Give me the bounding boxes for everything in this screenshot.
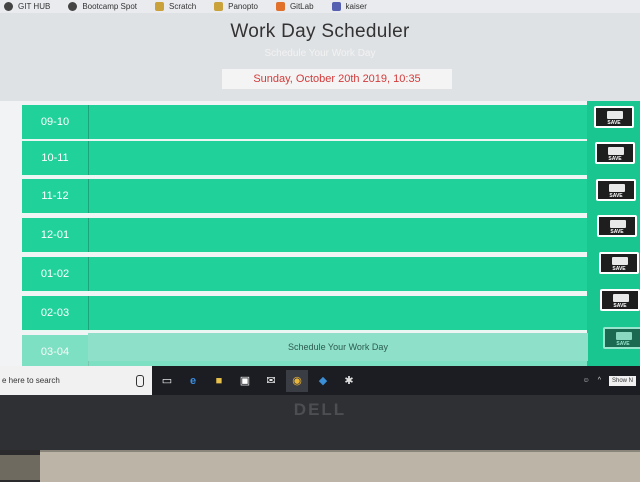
bootcamp-icon xyxy=(68,2,78,11)
dell-logo: DELL xyxy=(293,400,347,419)
floppy-disk-icon xyxy=(607,111,623,119)
page-subtitle: Schedule Your Work Day xyxy=(264,48,376,59)
current-date: Sunday, October 20th 2019, 10:35 xyxy=(222,69,452,89)
hour-label: 02-03 xyxy=(22,296,89,330)
time-block-row: 09-10 xyxy=(22,105,587,141)
floppy-disk-icon xyxy=(612,257,628,265)
save-button[interactable]: SAVE xyxy=(599,252,639,274)
floppy-disk-icon xyxy=(616,332,632,340)
hour-label: 11-12 xyxy=(22,179,89,213)
page-title: Work Day Scheduler xyxy=(230,21,410,42)
event-textarea[interactable] xyxy=(88,296,587,330)
save-button[interactable]: SAVE xyxy=(600,289,640,311)
time-block-row: 10-11 xyxy=(22,141,587,177)
hour-label: 12-01 xyxy=(22,218,89,252)
schedule-grid: 09-10 10-11 11-12 12-01 01-02 02-03 03-0… xyxy=(0,101,640,395)
bookmark-bootcamp[interactable]: Bootcamp Spot xyxy=(68,2,137,11)
floppy-disk-icon xyxy=(613,294,629,302)
monitor-screen: GIT HUB Bootcamp Spot Scratch Panopto Gi… xyxy=(0,0,640,395)
mail-icon[interactable]: ✉ xyxy=(260,370,282,392)
footer-text: Schedule Your Work Day xyxy=(88,333,588,361)
system-tray: ☺ ^ Show N xyxy=(583,375,640,386)
time-block-row: 01-02 xyxy=(22,257,587,293)
panopto-icon xyxy=(214,2,224,11)
save-button[interactable]: SAVE xyxy=(596,179,636,201)
bookmark-kaiser[interactable]: kaiser xyxy=(331,2,367,11)
windows-taskbar: e here to search ▭ e ■ ▣ ✉ ◉ ◆ ✱ ☺ ^ Sho… xyxy=(0,366,640,395)
time-block-row: 02-03 xyxy=(22,296,587,332)
event-textarea[interactable] xyxy=(88,257,587,291)
kaiser-icon xyxy=(331,2,341,11)
show-desktop-tooltip: Show N xyxy=(608,375,636,386)
hour-label: 10-11 xyxy=(22,141,89,175)
floppy-disk-icon xyxy=(608,147,624,155)
save-button[interactable]: SAVE xyxy=(595,142,635,164)
gitlab-icon xyxy=(275,2,285,11)
event-textarea[interactable] xyxy=(88,105,587,139)
edge-icon[interactable]: e xyxy=(182,370,204,392)
taskbar-search-input[interactable]: e here to search xyxy=(0,366,152,395)
time-block-row: 11-12 xyxy=(22,179,587,215)
file-explorer-icon[interactable]: ■ xyxy=(208,370,230,392)
bookmarks-bar: GIT HUB Bootcamp Spot Scratch Panopto Gi… xyxy=(0,0,640,13)
github-icon xyxy=(4,2,13,11)
save-button[interactable]: SAVE xyxy=(603,327,640,349)
vscode-icon[interactable]: ◆ xyxy=(312,370,334,392)
microphone-icon[interactable] xyxy=(136,375,144,387)
time-block-row: 12-01 xyxy=(22,218,587,254)
event-textarea[interactable] xyxy=(88,179,587,213)
store-icon[interactable]: ▣ xyxy=(234,370,256,392)
floppy-disk-icon xyxy=(609,184,625,192)
hour-label: 09-10 xyxy=(22,105,89,139)
save-button[interactable]: SAVE xyxy=(594,106,634,128)
laptop-base xyxy=(40,450,640,482)
slack-icon[interactable]: ✱ xyxy=(338,370,360,392)
page-header: Work Day Scheduler Schedule Your Work Da… xyxy=(0,13,640,101)
bookmark-github[interactable]: GIT HUB xyxy=(4,2,50,11)
event-textarea[interactable] xyxy=(88,141,587,175)
chrome-icon[interactable]: ◉ xyxy=(286,369,308,392)
scratch-icon xyxy=(155,2,165,11)
chevron-up-icon[interactable]: ^ xyxy=(598,377,601,384)
bookmark-scratch[interactable]: Scratch xyxy=(155,2,196,11)
hour-label: 03-04 xyxy=(22,335,89,369)
hour-label: 01-02 xyxy=(22,257,89,291)
bookmark-gitlab[interactable]: GitLab xyxy=(275,2,314,11)
bookmark-panopto[interactable]: Panopto xyxy=(214,2,258,11)
save-button[interactable]: SAVE xyxy=(597,215,637,237)
people-icon[interactable]: ☺ xyxy=(583,377,590,384)
task-view-icon[interactable]: ▭ xyxy=(156,370,178,392)
floppy-disk-icon xyxy=(610,220,626,228)
event-textarea[interactable] xyxy=(88,218,587,252)
